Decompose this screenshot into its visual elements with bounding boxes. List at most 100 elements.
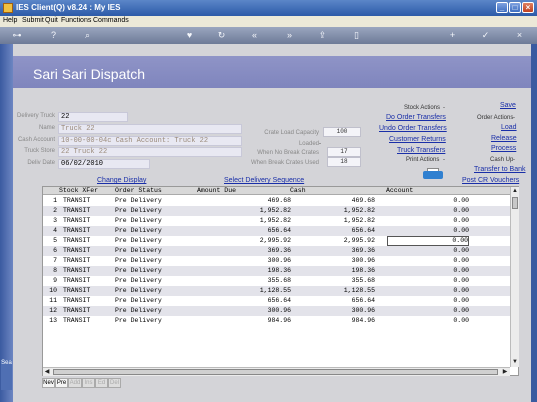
account-cell[interactable]: 0.00: [387, 296, 469, 306]
post-cr-vouchers-link[interactable]: Post CR Vouchers: [462, 177, 519, 184]
amount-due-cell[interactable]: 1,952.82: [203, 206, 291, 216]
table-row[interactable]: 4 TRANSIT Pre Delivery 656.64 656.64 0.00: [43, 226, 510, 236]
grid-horizontal-scrollbar[interactable]: ◀ ▶: [43, 367, 510, 376]
col-order-status[interactable]: Order Status: [115, 187, 162, 194]
account-cell[interactable]: 0.00: [387, 246, 469, 256]
scroll-thumb[interactable]: [512, 197, 518, 209]
check-icon[interactable]: ✓: [480, 30, 491, 41]
table-row[interactable]: 8 TRANSIT Pre Delivery 198.36 198.36 0.00: [43, 266, 510, 276]
amount-due-cell[interactable]: 2,995.92: [203, 236, 291, 246]
scroll-right-icon[interactable]: ▶: [501, 368, 509, 376]
rewind-icon[interactable]: «: [249, 30, 260, 41]
search-icon[interactable]: ⌕: [82, 30, 93, 41]
change-display-link[interactable]: Change Display: [97, 177, 146, 184]
tab-edit[interactable]: Ed: [95, 378, 108, 388]
amount-due-cell[interactable]: 1,128.55: [203, 286, 291, 296]
tab-new[interactable]: Nev: [42, 378, 55, 388]
stock-xfer-cell[interactable]: TRANSIT: [63, 256, 113, 266]
truck-store-field[interactable]: 22 Truck 22: [58, 147, 242, 157]
cash-cell[interactable]: 1,952.82: [295, 216, 375, 226]
cash-cell[interactable]: 300.96: [295, 306, 375, 316]
order-status-cell[interactable]: Pre Delivery: [115, 286, 195, 296]
heart-icon[interactable]: ♥: [184, 30, 195, 41]
order-status-cell[interactable]: Pre Delivery: [115, 216, 195, 226]
stock-xfer-cell[interactable]: TRANSIT: [63, 316, 113, 326]
cash-cell[interactable]: 656.64: [295, 296, 375, 306]
cash-cell[interactable]: 198.36: [295, 266, 375, 276]
menu-help[interactable]: Help: [3, 17, 17, 24]
table-row[interactable]: 6 TRANSIT Pre Delivery 369.36 369.36 0.00: [43, 246, 510, 256]
menu-functions[interactable]: Functions: [61, 17, 91, 24]
load-link[interactable]: Load: [501, 124, 517, 131]
refresh-icon[interactable]: ↻: [216, 30, 227, 41]
scroll-up-icon[interactable]: ▲: [511, 187, 519, 195]
maximize-button[interactable]: □: [509, 2, 521, 13]
tab-prev[interactable]: Pre: [55, 378, 68, 388]
account-cell[interactable]: 0.00: [387, 256, 469, 266]
cash-cell[interactable]: 1,128.55: [295, 286, 375, 296]
amount-due-cell[interactable]: 355.68: [203, 276, 291, 286]
upload-icon[interactable]: ⇪: [317, 30, 328, 41]
account-cell[interactable]: 0.00: [387, 216, 469, 226]
account-cell[interactable]: 0.00: [387, 266, 469, 276]
account-cell[interactable]: 0.00: [387, 276, 469, 286]
table-row[interactable]: 11 TRANSIT Pre Delivery 656.64 656.64 0.00: [43, 296, 510, 306]
stock-xfer-cell[interactable]: TRANSIT: [63, 266, 113, 276]
amount-due-cell[interactable]: 369.36: [203, 246, 291, 256]
order-status-cell[interactable]: Pre Delivery: [115, 256, 195, 266]
stock-xfer-cell[interactable]: TRANSIT: [63, 276, 113, 286]
stock-xfer-cell[interactable]: TRANSIT: [63, 246, 113, 256]
save-link[interactable]: Save: [500, 102, 516, 109]
table-row[interactable]: 3 TRANSIT Pre Delivery 1,952.82 1,952.82 0.00: [43, 216, 510, 226]
table-row[interactable]: 12 TRANSIT Pre Delivery 300.96 300.96 0.00: [43, 306, 510, 316]
printer-icon[interactable]: [423, 168, 443, 182]
col-stock-xfer[interactable]: Stock XFer: [59, 187, 98, 194]
account-cell[interactable]: 0.00: [387, 196, 469, 206]
side-tab[interactable]: Sea: [1, 360, 12, 390]
do-order-transfers-link[interactable]: Do Order Transfers: [386, 114, 446, 121]
cash-account-field[interactable]: 10-00-00-04c Cash Account: Truck 22: [58, 136, 242, 146]
account-cell[interactable]: 0.00: [387, 306, 469, 316]
grid-vertical-scrollbar[interactable]: ▲ ▼: [510, 187, 519, 367]
account-cell[interactable]: 0.00: [387, 236, 469, 246]
amount-due-cell[interactable]: 469.68: [203, 196, 291, 206]
stock-xfer-cell[interactable]: TRANSIT: [63, 206, 113, 216]
delivery-truck-field[interactable]: 22: [58, 112, 128, 122]
crate-capacity-field[interactable]: 100: [323, 127, 361, 137]
table-row[interactable]: 1 TRANSIT Pre Delivery 469.68 469.68 0.00: [43, 196, 510, 206]
order-status-cell[interactable]: Pre Delivery: [115, 236, 195, 246]
menu-submit[interactable]: Submit: [22, 17, 44, 24]
order-status-cell[interactable]: Pre Delivery: [115, 226, 195, 236]
table-row[interactable]: 10 TRANSIT Pre Delivery 1,128.55 1,128.55 0.0…: [43, 286, 510, 296]
col-amount-due[interactable]: Amount Due: [197, 187, 236, 194]
order-status-cell[interactable]: Pre Delivery: [115, 196, 195, 206]
scroll-left-icon[interactable]: ◀: [43, 368, 51, 376]
cash-cell[interactable]: 300.96: [295, 256, 375, 266]
stock-xfer-cell[interactable]: TRANSIT: [63, 216, 113, 226]
col-cash[interactable]: Cash: [290, 187, 306, 194]
close-window-button[interactable]: ×: [522, 2, 534, 13]
order-status-cell[interactable]: Pre Delivery: [115, 296, 195, 306]
cash-cell[interactable]: 656.64: [295, 226, 375, 236]
cash-cell[interactable]: 469.68: [295, 196, 375, 206]
release-link[interactable]: Release: [491, 135, 517, 142]
account-cell[interactable]: 0.00: [387, 286, 469, 296]
order-status-cell[interactable]: Pre Delivery: [115, 266, 195, 276]
stock-xfer-cell[interactable]: TRANSIT: [63, 306, 113, 316]
deliv-date-field[interactable]: 06/02/2010: [58, 159, 150, 169]
amount-due-cell[interactable]: 198.36: [203, 266, 291, 276]
amount-due-cell[interactable]: 1,952.82: [203, 216, 291, 226]
scroll-down-icon[interactable]: ▼: [511, 358, 519, 366]
undo-order-transfers-link[interactable]: Undo Order Transfers: [379, 125, 447, 132]
table-row[interactable]: 13 TRANSIT Pre Delivery 984.96 984.96 0.00: [43, 316, 510, 326]
add-icon[interactable]: +: [447, 30, 458, 41]
table-row[interactable]: 7 TRANSIT Pre Delivery 300.96 300.96 0.00: [43, 256, 510, 266]
help-icon[interactable]: ?: [48, 30, 59, 41]
name-field[interactable]: Truck 22: [58, 124, 242, 134]
table-row[interactable]: 5 TRANSIT Pre Delivery 2,995.92 2,995.92 0.00: [43, 236, 510, 246]
amount-due-cell[interactable]: 656.64: [203, 226, 291, 236]
stock-xfer-cell[interactable]: TRANSIT: [63, 226, 113, 236]
customer-returns-link[interactable]: Customer Returns: [389, 136, 446, 143]
tab-delete[interactable]: Del: [108, 378, 121, 388]
select-delivery-sequence-link[interactable]: Select Delivery Sequence: [224, 177, 304, 184]
